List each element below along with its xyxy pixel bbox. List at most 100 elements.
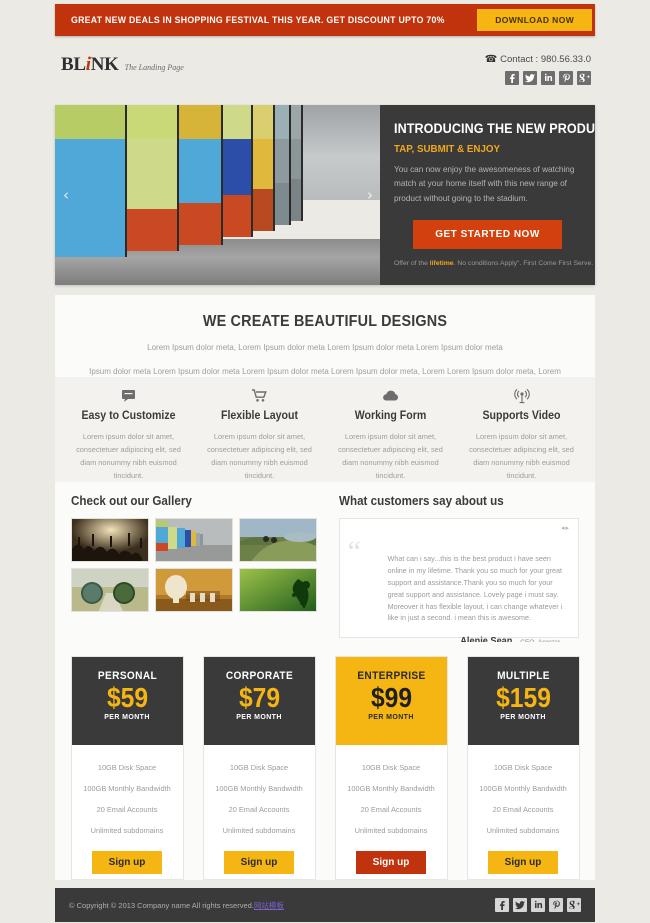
- beach-hut: [127, 105, 179, 251]
- beach-hut: [275, 105, 291, 225]
- pinterest-icon[interactable]: [549, 898, 563, 912]
- signup-button-corporate[interactable]: Sign up: [224, 851, 294, 874]
- plan-name: MULTIPLE: [496, 670, 550, 682]
- telephone-icon: ☎: [484, 54, 498, 65]
- plan-feature: 100GB Monthly Bandwidth: [479, 784, 567, 793]
- plan-feature: 100GB Monthly Bandwidth: [347, 784, 435, 793]
- intro-section: WE CREATE BEAUTIFUL DESIGNS Lorem Ipsum …: [55, 295, 595, 377]
- copyright-label: © Copyright © 2013 Company name All righ…: [69, 900, 254, 910]
- pricing-plan-personal: PERSONAL $59 PER MONTH 10GB Disk Space 1…: [70, 656, 184, 880]
- mountain-bikers-photo[interactable]: [239, 518, 317, 562]
- hero-carousel: ‹ › INTRODUCING THE NEW PRODUCT TAP, SUB…: [55, 105, 595, 285]
- twitter-icon[interactable]: [513, 898, 527, 912]
- plan-feature: 20 Email Accounts: [96, 805, 158, 814]
- pinterest-icon[interactable]: [559, 71, 573, 85]
- plan-feature: 20 Email Accounts: [492, 805, 554, 814]
- features-section: Easy to Customize Lorem ipsum dolor sit …: [55, 377, 595, 482]
- footer-link[interactable]: 网站模板: [254, 901, 284, 910]
- feature-title: Supports Video: [482, 410, 561, 422]
- plan-feature: Unlimited subdomains: [222, 826, 296, 835]
- intro-line-1: Lorem Ipsum dolor meta, Lorem Ipsum dolo…: [147, 343, 503, 352]
- feature-title: Working Form: [354, 410, 427, 422]
- gallery-testimonial-section: Check out our Gallery What customers say…: [55, 482, 595, 647]
- logo[interactable]: BL i NK The Landing Page: [61, 54, 184, 76]
- beach-hut: [55, 105, 127, 257]
- plan-period: PER MONTH: [368, 714, 414, 722]
- pricing-plan-multiple: MULTIPLE $159 PER MONTH 10GB Disk Space …: [466, 656, 580, 880]
- contact-line: ☎ Contact : 980.56.33.0: [485, 54, 591, 65]
- feature-supports-video: Supports Video Lorem ipsum dolor sit ame…: [456, 389, 587, 482]
- testimonial-box: ◂▸ “ What can i say...this is the best p…: [338, 518, 579, 647]
- promo-text: GREAT NEW DEALS IN SHOPPING FESTIVAL THI…: [71, 14, 445, 26]
- pricing-plan-corporate: CORPORATE $79 PER MONTH 10GB Disk Space …: [202, 656, 316, 880]
- plan-period: PER MONTH: [236, 714, 282, 722]
- carousel-prev-arrow[interactable]: ‹: [63, 186, 69, 204]
- facebook-icon[interactable]: [495, 898, 509, 912]
- green-abstract-photo[interactable]: [239, 568, 317, 612]
- get-started-button[interactable]: GET STARTED NOW: [413, 220, 562, 250]
- gallery-grid: [71, 518, 331, 612]
- plan-price: $159: [495, 682, 551, 713]
- testimonial-text: What can i say...this is the best produc…: [387, 554, 563, 623]
- plan-feature: Unlimited subdomains: [486, 826, 560, 835]
- beach-hut: [291, 105, 303, 221]
- plan-features: 10GB Disk Space 100GB Monthly Bandwidth …: [336, 745, 447, 841]
- cloud-icon: [335, 389, 446, 407]
- signup-button-enterprise[interactable]: Sign up: [356, 851, 426, 874]
- hero-title: INTRODUCING THE NEW PRODUCT: [394, 121, 595, 136]
- beach-huts-photo[interactable]: [155, 518, 233, 562]
- comment-bubble-icon: [73, 389, 184, 407]
- gallery-column: Check out our Gallery: [71, 494, 331, 642]
- landing-page: GREAT NEW DEALS IN SHOPPING FESTIVAL THI…: [0, 0, 650, 923]
- wooden-interior-photo[interactable]: [155, 568, 233, 612]
- copyright-text: © Copyright © 2013 Company name All righ…: [69, 900, 284, 911]
- facebook-icon[interactable]: [505, 71, 519, 85]
- plan-name: PERSONAL: [97, 670, 157, 682]
- plan-feature: 10GB Disk Space: [493, 763, 553, 772]
- crowd-concert-photo[interactable]: [71, 518, 149, 562]
- plan-feature: 20 Email Accounts: [360, 805, 422, 814]
- linkedin-icon[interactable]: [531, 898, 545, 912]
- testimonial-column: What customers say about us ◂▸ “ What ca…: [338, 494, 579, 647]
- plan-feature: 10GB Disk Space: [361, 763, 421, 772]
- signup-button-personal[interactable]: Sign up: [92, 851, 162, 874]
- plan-period: PER MONTH: [104, 714, 150, 722]
- feature-easy-to-customize: Easy to Customize Lorem ipsum dolor sit …: [63, 389, 194, 482]
- feature-text: Lorem ipsum dolor sit amet, consectetuer…: [207, 432, 312, 480]
- google-plus-icon[interactable]: [577, 71, 591, 85]
- site-header: BL i NK The Landing Page ☎ Contact : 980.56…: [55, 42, 595, 102]
- hero-text-pane: INTRODUCING THE NEW PRODUCT TAP, SUBMIT …: [380, 105, 595, 285]
- promo-bar: GREAT NEW DEALS IN SHOPPING FESTIVAL THI…: [55, 4, 595, 36]
- logo-text-main: BL: [61, 54, 86, 75]
- gallery-title: Check out our Gallery: [71, 494, 192, 508]
- broadcast-tower-icon: [466, 389, 577, 407]
- signup-button-multiple[interactable]: Sign up: [488, 851, 558, 874]
- shopping-cart-icon: [204, 389, 315, 407]
- header-social-links: [485, 71, 591, 85]
- plan-features: 10GB Disk Space 100GB Monthly Bandwidth …: [72, 745, 183, 841]
- google-plus-icon[interactable]: [567, 898, 581, 912]
- plan-feature: Unlimited subdomains: [90, 826, 164, 835]
- offer-highlight: lifetime: [429, 260, 454, 268]
- testimonial-nav-arrows[interactable]: ◂▸: [561, 524, 570, 532]
- plan-features: 10GB Disk Space 100GB Monthly Bandwidth …: [468, 745, 579, 841]
- plan-feature: 10GB Disk Space: [229, 763, 289, 772]
- carousel-next-arrow[interactable]: ›: [367, 186, 373, 204]
- hero-image: ‹ ›: [55, 105, 380, 285]
- plan-feature: 100GB Monthly Bandwidth: [83, 784, 171, 793]
- feature-text: Lorem ipsum dolor sit amet, consectetuer…: [469, 432, 574, 480]
- logo-text-end: NK: [90, 54, 119, 75]
- plan-period: PER MONTH: [500, 714, 546, 722]
- road-lenses-photo[interactable]: [71, 568, 149, 612]
- footer-social-links: [495, 898, 581, 912]
- pricing-section: PERSONAL $59 PER MONTH 10GB Disk Space 1…: [55, 642, 595, 880]
- plan-header: PERSONAL $59 PER MONTH: [71, 657, 183, 745]
- plan-feature: 10GB Disk Space: [97, 763, 157, 772]
- offer-prefix: Offer of the: [394, 260, 430, 268]
- hero-subtitle: TAP, SUBMIT & ENJOY: [394, 143, 500, 155]
- download-now-button[interactable]: DOWNLOAD NOW: [477, 9, 593, 31]
- linkedin-icon[interactable]: [541, 71, 555, 85]
- plan-name: ENTERPRISE: [356, 670, 426, 682]
- twitter-icon[interactable]: [523, 71, 537, 85]
- plan-features: 10GB Disk Space 100GB Monthly Bandwidth …: [204, 745, 315, 841]
